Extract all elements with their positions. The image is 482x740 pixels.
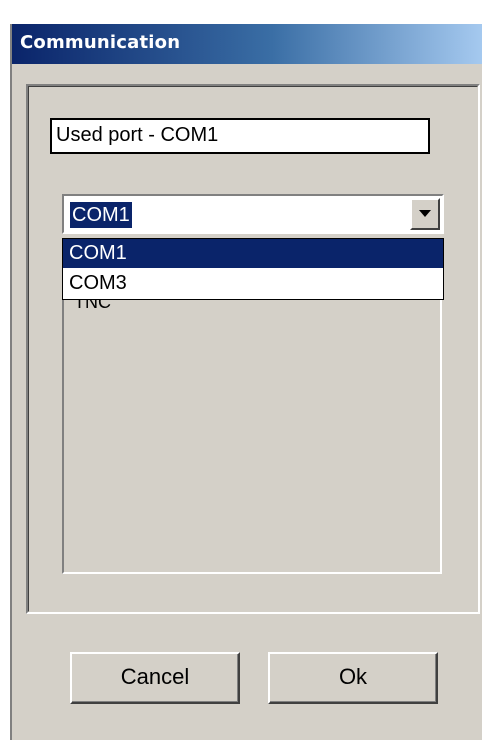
device-listbox[interactable]: TNC (62, 284, 442, 574)
port-select-dropdown-button[interactable] (410, 198, 440, 230)
title-bar[interactable]: Communication (12, 24, 482, 64)
port-option-com1[interactable]: COM1 (63, 239, 443, 268)
chevron-down-icon (419, 210, 431, 217)
ok-button-bevel (270, 654, 436, 702)
window-title: Communication (20, 32, 181, 53)
ok-button[interactable]: Ok (268, 652, 438, 704)
port-option-com3[interactable]: COM3 (63, 269, 443, 298)
cancel-button[interactable]: Cancel (70, 652, 240, 704)
port-dropdown-list: COM1 COM3 (62, 238, 444, 300)
port-select-value: COM1 (70, 202, 132, 228)
used-port-field[interactable]: Used port - COM1 (50, 118, 430, 154)
cancel-button-bevel (72, 654, 238, 702)
port-select[interactable]: COM1 (62, 194, 444, 234)
communication-dialog: Communication Used port - COM1 TNC COM1 … (10, 24, 482, 740)
